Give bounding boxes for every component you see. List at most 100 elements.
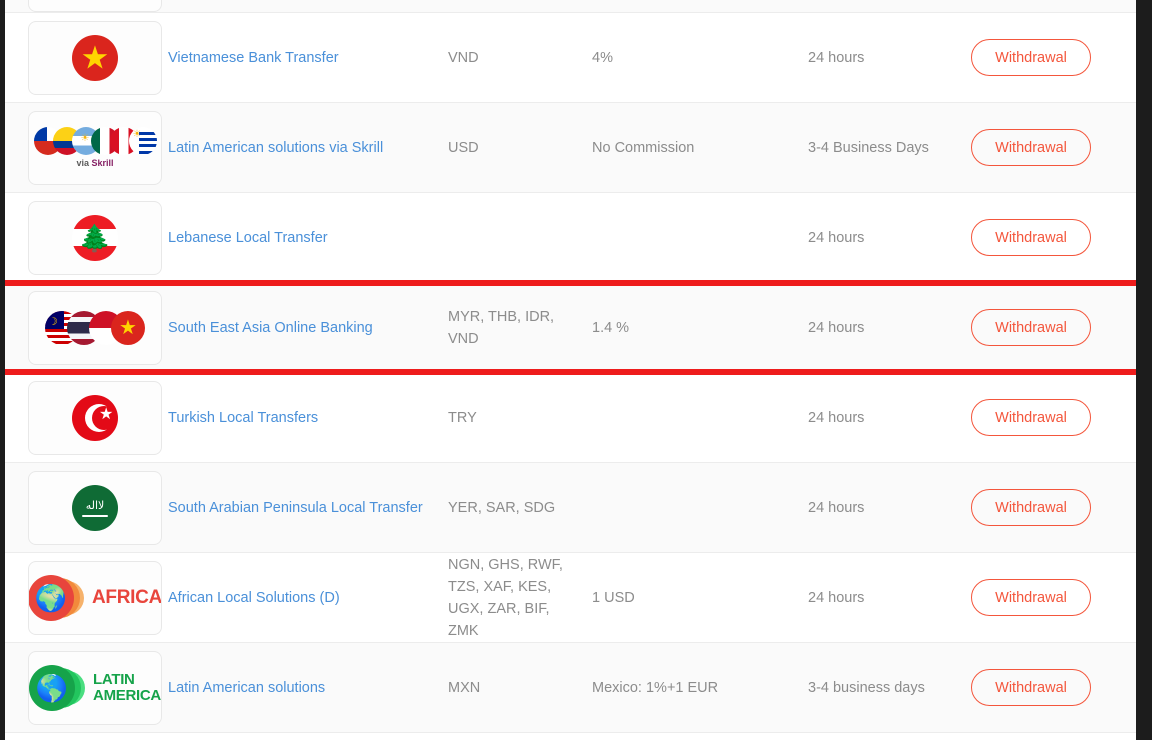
processing-time: 24 hours: [808, 499, 865, 516]
payment-method-name[interactable]: South East Asia Online Banking: [168, 320, 373, 336]
icon-box: ☽ ★: [28, 290, 162, 365]
payment-method-name[interactable]: Vietnamese Bank Transfer: [168, 50, 339, 66]
withdrawal-button[interactable]: Withdrawal: [971, 579, 1091, 616]
commission-value: 4%: [592, 49, 613, 66]
processing-time: 24 hours: [808, 229, 865, 246]
latin-america-logo-text: LATIN AMERICA: [93, 672, 161, 703]
withdrawal-button[interactable]: Withdrawal: [971, 399, 1091, 436]
table-row[interactable]: ★ Turkish Local Transfers TRY 24 hours W…: [5, 373, 1136, 463]
row-commission-cell: Mexico: 1%+1 EUR: [592, 677, 808, 699]
row-commission-cell: 4%: [592, 47, 808, 69]
row-action-cell: Withdrawal: [966, 489, 1136, 526]
payment-method-name[interactable]: South Arabian Peninsula Local Transfer: [168, 500, 423, 516]
withdrawal-button[interactable]: Withdrawal: [971, 39, 1091, 76]
table-row[interactable]: ★ Vietnamese Bank Transfer VND 4% 24 hou…: [5, 13, 1136, 103]
table-row[interactable]: 🌲 Lebanese Local Transfer 24 hours Withd…: [5, 193, 1136, 283]
table-row[interactable]: 🌎 LATIN AMERICA Latin American solutions…: [5, 643, 1136, 733]
commission-value: 1.4 %: [592, 319, 630, 336]
row-icon-cell: 🌎 LATIN AMERICA: [5, 650, 168, 725]
africa-logo-text: AFRICA: [92, 586, 162, 608]
via-skrill-caption: via Skrill: [34, 158, 157, 168]
row-name-cell[interactable]: Latin American solutions via Skrill: [168, 138, 448, 158]
row-action-cell: Withdrawal: [966, 129, 1136, 166]
currency-list: MXN: [448, 679, 481, 696]
row-name-cell[interactable]: Latin American solutions: [168, 678, 448, 698]
row-time-cell: 24 hours: [808, 317, 966, 339]
table-row[interactable]: 🌍 AFRICA African Local Solutions (D) NGN…: [5, 553, 1136, 643]
blank-icon: [28, 0, 162, 12]
processing-time: 24 hours: [808, 49, 865, 66]
latin-america-logo-line1: LATIN: [93, 671, 135, 689]
row-name-cell[interactable]: South Arabian Peninsula Local Transfer: [168, 498, 448, 518]
row-action-cell: Withdrawal: [966, 669, 1136, 706]
row-icon-cell: [5, 0, 168, 12]
commission-value: No Commission: [592, 139, 695, 156]
row-commission-cell: 1.4 %: [592, 317, 808, 339]
row-action-cell: Withdrawal: [966, 399, 1136, 436]
africa-logo-icon: 🌍 AFRICA: [29, 574, 162, 621]
withdrawal-button[interactable]: Withdrawal: [971, 129, 1091, 166]
icon-box: 🌎 LATIN AMERICA: [28, 650, 162, 725]
processing-time: 24 hours: [808, 409, 865, 426]
currency-list: TRY: [448, 409, 477, 426]
currency-list: MYR, THB, IDR, VND: [448, 308, 555, 347]
row-icon-cell: ★: [5, 380, 168, 455]
processing-time: 3-4 business days: [808, 679, 925, 696]
withdrawal-button[interactable]: Withdrawal: [971, 489, 1091, 526]
row-name-cell[interactable]: South East Asia Online Banking: [168, 318, 448, 338]
row-currency-cell: VND: [448, 47, 592, 69]
payment-method-name[interactable]: Latin American solutions via Skrill: [168, 140, 383, 156]
withdrawal-button[interactable]: Withdrawal: [971, 309, 1091, 346]
skrill-brand-label: Skrill: [91, 158, 114, 168]
latin-america-logo-line2: AMERICA: [93, 686, 161, 704]
row-name-cell[interactable]: African Local Solutions (D): [168, 588, 448, 608]
table-row[interactable]: [5, 733, 1136, 740]
payment-method-name[interactable]: African Local Solutions (D): [168, 590, 340, 606]
row-icon-cell: ★: [5, 20, 168, 95]
payment-method-name[interactable]: Lebanese Local Transfer: [168, 230, 328, 246]
table-row-highlighted[interactable]: ☽ ★ South East Asia Online Banking MYR, …: [5, 280, 1136, 375]
table-row[interactable]: [5, 0, 1136, 13]
withdrawal-button[interactable]: Withdrawal: [971, 669, 1091, 706]
row-currency-cell: TRY: [448, 407, 592, 429]
row-currency-cell: USD: [448, 137, 592, 159]
processing-time: 3-4 Business Days: [808, 139, 929, 156]
currency-list: VND: [448, 49, 479, 66]
icon-box: لااله: [28, 470, 162, 545]
row-currency-cell: YER, SAR, SDG: [448, 497, 592, 519]
latam-flags-skrill-icon: ★ ☀ ☀ via Skrill: [33, 127, 157, 168]
payment-methods-table: ★ Vietnamese Bank Transfer VND 4% 24 hou…: [5, 0, 1136, 740]
icon-box: ★: [28, 380, 162, 455]
commission-value: Mexico: 1%+1 EUR: [592, 679, 719, 696]
latam-flag-stack: ★ ☀ ☀: [33, 127, 157, 155]
withdrawal-button[interactable]: Withdrawal: [971, 219, 1091, 256]
table-row[interactable]: لااله South Arabian Peninsula Local Tran…: [5, 463, 1136, 553]
row-name-cell[interactable]: Lebanese Local Transfer: [168, 228, 448, 248]
payment-method-name[interactable]: Latin American solutions: [168, 680, 325, 696]
row-action-cell: Withdrawal: [966, 39, 1136, 76]
row-icon-cell: 🌲: [5, 200, 168, 275]
table-row[interactable]: ★ ☀ ☀ via Skrill Latin American solution…: [5, 103, 1136, 193]
via-label: via: [76, 158, 89, 168]
row-icon-cell: 🌍 AFRICA: [5, 560, 168, 635]
payment-methods-viewport: ★ Vietnamese Bank Transfer VND 4% 24 hou…: [5, 0, 1136, 740]
icon-box: ★ ☀ ☀ via Skrill: [28, 110, 162, 185]
processing-time: 24 hours: [808, 319, 865, 336]
saudi-arabia-flag-icon: لااله: [72, 484, 118, 531]
payment-method-name[interactable]: Turkish Local Transfers: [168, 410, 318, 426]
row-name-cell[interactable]: Turkish Local Transfers: [168, 408, 448, 428]
row-commission-cell: No Commission: [592, 137, 808, 159]
south-east-asia-flags-icon: ☽ ★: [45, 310, 145, 345]
row-time-cell: 24 hours: [808, 407, 966, 429]
row-icon-cell: ★ ☀ ☀ via Skrill: [5, 110, 168, 185]
latin-america-logo-icon: 🌎 LATIN AMERICA: [29, 664, 161, 711]
lebanon-flag-icon: 🌲: [72, 214, 118, 261]
row-currency-cell: NGN, GHS, RWF, TZS, XAF, KES, UGX, ZAR, …: [448, 554, 592, 642]
row-action-cell: Withdrawal: [966, 309, 1136, 346]
row-name-cell[interactable]: Vietnamese Bank Transfer: [168, 48, 448, 68]
row-time-cell: 24 hours: [808, 47, 966, 69]
row-action-cell: Withdrawal: [966, 579, 1136, 616]
currency-list: USD: [448, 139, 479, 156]
row-icon-cell: ☽ ★: [5, 290, 168, 365]
row-currency-cell: MYR, THB, IDR, VND: [448, 306, 592, 350]
